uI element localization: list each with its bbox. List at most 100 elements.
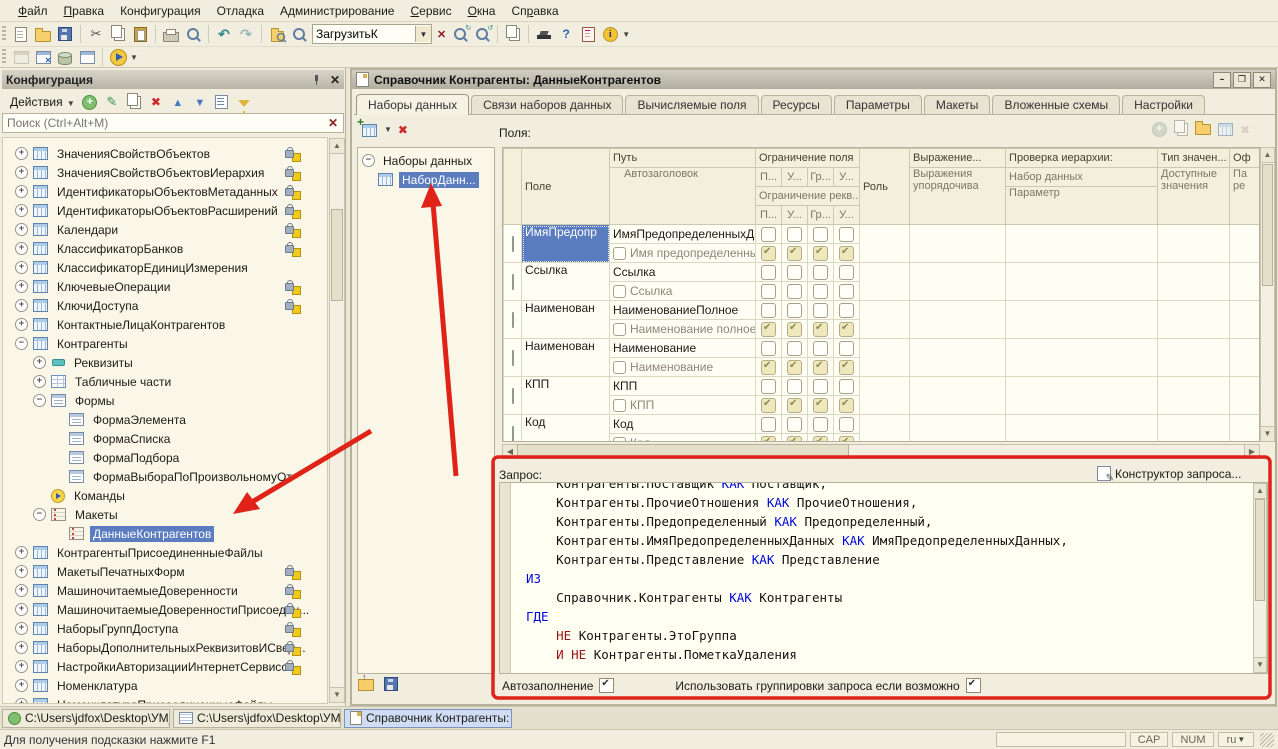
auto-title-checkbox[interactable] xyxy=(613,323,626,336)
autofill-checkbox[interactable] xyxy=(599,678,614,693)
grid-checkbox-cell[interactable] xyxy=(782,434,808,443)
row-marker-icon[interactable] xyxy=(512,274,514,290)
expand-icon[interactable]: + xyxy=(15,261,28,274)
tree-item[interactable]: +НоменклатураПрисоединенныеФайлы xyxy=(3,695,327,704)
move-down-button[interactable] xyxy=(189,92,211,112)
checked-checkbox[interactable] xyxy=(761,398,776,413)
add-button[interactable]: + xyxy=(79,92,101,112)
new-document-button[interactable] xyxy=(10,24,32,44)
unchecked-checkbox[interactable] xyxy=(813,284,828,299)
grid-checkbox-cell[interactable] xyxy=(834,396,860,415)
toolbar-overflow-icon[interactable]: ▼ xyxy=(622,30,630,39)
grid-checkbox-cell[interactable] xyxy=(782,301,808,320)
value-type-cell[interactable] xyxy=(1158,415,1230,443)
save-button[interactable] xyxy=(54,24,76,44)
field-name-cell[interactable]: Код xyxy=(522,415,610,443)
unchecked-checkbox[interactable] xyxy=(813,417,828,432)
tree-item[interactable]: +КонтактныеЛицаКонтрагентов xyxy=(3,315,327,334)
grid-checkbox-cell[interactable] xyxy=(808,415,834,434)
checked-checkbox[interactable] xyxy=(813,436,828,442)
copy-button[interactable] xyxy=(107,24,129,44)
grid-checkbox-cell[interactable] xyxy=(808,320,834,339)
expand-icon[interactable]: + xyxy=(15,622,28,635)
unchecked-checkbox[interactable] xyxy=(761,379,776,394)
add-dataset-dropdown-icon[interactable]: ▼ xyxy=(384,125,392,134)
field-row[interactable]: КППКПП xyxy=(504,377,1260,396)
value-type-cell[interactable] xyxy=(1158,263,1230,301)
tree-item[interactable]: +ИдентификаторыОбъектовМетаданных xyxy=(3,182,327,201)
row-marker-icon[interactable] xyxy=(512,426,514,442)
hierarchy-cell[interactable] xyxy=(1006,263,1158,301)
unchecked-checkbox[interactable] xyxy=(839,379,854,394)
unchecked-checkbox[interactable] xyxy=(787,379,802,394)
grid-checkbox-cell[interactable] xyxy=(756,301,782,320)
checked-checkbox[interactable] xyxy=(787,398,802,413)
resize-grip[interactable] xyxy=(1260,733,1274,747)
grid-checkbox-cell[interactable] xyxy=(782,358,808,377)
checked-checkbox[interactable] xyxy=(813,360,828,375)
field-name-cell[interactable]: Наименован xyxy=(522,301,610,339)
grid-checkbox-cell[interactable] xyxy=(782,320,808,339)
checked-checkbox[interactable] xyxy=(839,436,854,442)
print-button[interactable] xyxy=(160,24,182,44)
grid-checkbox-cell[interactable] xyxy=(834,244,860,263)
query-scrollbar[interactable]: ▲ ▼ xyxy=(1253,483,1267,673)
scroll-up-icon[interactable]: ▲ xyxy=(329,138,345,154)
hierarchy-cell[interactable] xyxy=(1006,339,1158,377)
start-debug-button[interactable] xyxy=(107,47,129,67)
scroll-up-icon[interactable]: ▲ xyxy=(1260,147,1275,163)
expand-icon[interactable]: + xyxy=(15,603,28,616)
col-hierarchy[interactable]: Проверка иерархии: xyxy=(1006,149,1158,168)
collapse-icon[interactable]: − xyxy=(15,337,28,350)
checked-checkbox[interactable] xyxy=(813,398,828,413)
field-name-cell[interactable]: КПП xyxy=(522,377,610,415)
grid-checkbox-cell[interactable] xyxy=(834,358,860,377)
pin-icon[interactable] xyxy=(311,74,322,85)
scroll-thumb[interactable] xyxy=(517,444,849,459)
clear-search-icon[interactable]: ✕ xyxy=(323,116,343,130)
unchecked-checkbox[interactable] xyxy=(761,227,776,242)
col-path[interactable]: Путь xyxy=(610,149,756,168)
unchecked-checkbox[interactable] xyxy=(839,284,854,299)
tree-item[interactable]: +Команды xyxy=(3,486,327,505)
unchecked-checkbox[interactable] xyxy=(787,417,802,432)
expression-cell[interactable] xyxy=(910,415,1006,443)
table-view-button[interactable] xyxy=(76,47,98,67)
grid-checkbox-cell[interactable] xyxy=(756,358,782,377)
tree-item[interactable]: +МакетыПечатныхФорм xyxy=(3,562,327,581)
grid-checkbox-cell[interactable] xyxy=(834,320,860,339)
tree-item[interactable]: +Номенклатура xyxy=(3,676,327,695)
tab-7[interactable]: Вложенные схемы xyxy=(992,95,1120,114)
expand-icon[interactable]: + xyxy=(15,185,28,198)
tree-scrollbar[interactable]: ▲ ▼ xyxy=(329,138,345,703)
grid-checkbox-cell[interactable] xyxy=(834,263,860,282)
window-tree-button[interactable] xyxy=(10,47,32,67)
menu-item[interactable]: Конфигурация xyxy=(112,2,209,20)
language-indicator[interactable]: ru ▼ xyxy=(1218,732,1254,747)
checked-checkbox[interactable] xyxy=(839,246,854,261)
value-type-cell[interactable] xyxy=(1158,225,1230,263)
sort-button[interactable] xyxy=(211,92,233,112)
row-marker-icon[interactable] xyxy=(512,312,514,328)
tree-item[interactable]: +ФормаПодбора xyxy=(3,448,327,467)
col-restriction-flag[interactable]: Гр... xyxy=(808,168,834,187)
filter-button[interactable] xyxy=(233,92,255,112)
role-cell[interactable] xyxy=(860,339,910,377)
tab-8[interactable]: Настройки xyxy=(1122,95,1205,114)
value-type-cell[interactable] xyxy=(1158,301,1230,339)
grid-checkbox-cell[interactable] xyxy=(756,377,782,396)
redo-button[interactable] xyxy=(235,24,257,44)
add-dataset-button[interactable] xyxy=(360,122,377,137)
value-type-cell[interactable] xyxy=(1158,377,1230,415)
unchecked-checkbox[interactable] xyxy=(761,303,776,318)
minimize-button[interactable]: – xyxy=(1213,72,1231,88)
datasets-root[interactable]: −Наборы данных xyxy=(358,151,494,170)
unchecked-checkbox[interactable] xyxy=(787,341,802,356)
collapse-icon[interactable]: − xyxy=(362,154,375,167)
checked-checkbox[interactable] xyxy=(761,360,776,375)
checked-checkbox[interactable] xyxy=(787,436,802,442)
field-row[interactable]: НаименованНаименование xyxy=(504,339,1260,358)
tree-item[interactable]: +МашиночитаемыеДоверенности xyxy=(3,581,327,600)
tree-item[interactable]: +КлючиДоступа xyxy=(3,296,327,315)
expand-icon[interactable]: + xyxy=(15,280,28,293)
